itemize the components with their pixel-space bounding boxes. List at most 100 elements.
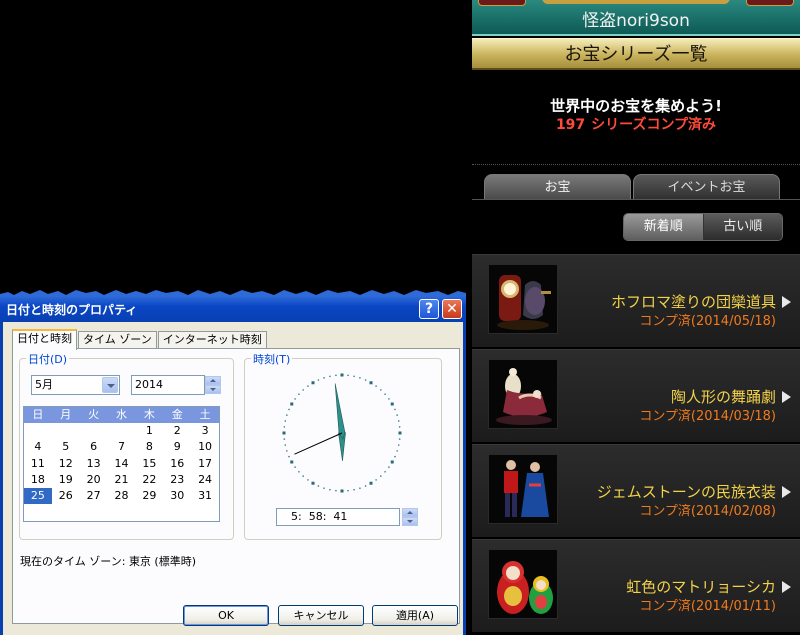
calendar-day[interactable]: 23: [163, 472, 191, 488]
month-value: 5月: [35, 378, 53, 391]
time-spinner: [402, 508, 418, 526]
calendar-day[interactable]: 5: [52, 439, 80, 455]
calendar-day[interactable]: 8: [135, 439, 163, 455]
clock-tick: [290, 460, 294, 464]
series-status: コンプ済(2014/05/18): [639, 314, 776, 329]
calendar-day[interactable]: 14: [108, 456, 136, 472]
calendar-day[interactable]: 22: [135, 472, 163, 488]
tab-date-time[interactable]: 日付と時刻: [12, 329, 77, 350]
clock-tick: [298, 393, 300, 395]
clock-tick: [317, 485, 320, 487]
calendar-empty: [80, 423, 108, 439]
month-select[interactable]: 5月: [31, 375, 120, 395]
series-item[interactable]: ホフロマ塗りの団欒道具 コンプ済(2014/05/18): [472, 254, 800, 349]
tab-time-zone[interactable]: タイム ゾーン: [78, 331, 157, 349]
clock-tick: [282, 431, 286, 435]
calendar-day[interactable]: 15: [135, 456, 163, 472]
weekday: 月: [60, 408, 72, 421]
cancel-button[interactable]: キャンセル: [278, 605, 364, 626]
dialog-titlebar[interactable]: 日付と時刻のプロパティ ? ✕: [0, 296, 466, 322]
clock-tick: [359, 377, 361, 379]
clock-tick: [284, 444, 287, 446]
calendar-day[interactable]: 30: [163, 488, 191, 504]
clock-tick: [384, 393, 386, 395]
category-tabs: お宝 イベントお宝: [484, 174, 780, 200]
calendar-day[interactable]: 24: [191, 472, 219, 488]
calendar-days: 1 2 3 4 5 6 7 8 9 10 11 12 13 14 15 16 17 18 19 20 21 22 23 24 2…: [24, 423, 219, 505]
calendar-day[interactable]: 4: [24, 439, 52, 455]
calendar[interactable]: 日 月 火 水 木 金 土 1 2 3 4 5 6 7 8 9 10 11 12 13 14 15 16 17 1…: [23, 406, 220, 522]
clock-tick: [394, 408, 396, 411]
complete-count-line: 197 シリーズコンプ済み: [472, 116, 800, 134]
calendar-day[interactable]: 16: [163, 456, 191, 472]
calendar-day[interactable]: 12: [52, 456, 80, 472]
series-thumbnail: [488, 549, 558, 619]
spin-up-icon[interactable]: [205, 376, 221, 385]
calendar-day[interactable]: 26: [52, 488, 80, 504]
clock-tick: [290, 402, 294, 406]
series-name: 陶人形の舞踊劇: [670, 388, 776, 406]
calendar-day[interactable]: 29: [135, 488, 163, 504]
apply-button[interactable]: 適用(A): [372, 605, 458, 626]
calendar-day[interactable]: 9: [163, 439, 191, 455]
sort-oldest-button[interactable]: 古い順: [703, 214, 782, 240]
sort-newest-button[interactable]: 新着順: [624, 214, 704, 240]
clock-tick: [302, 389, 304, 391]
clock-tick: [294, 466, 296, 468]
clock-tick: [329, 488, 331, 491]
clock-tick: [307, 385, 309, 387]
calendar-day[interactable]: 7: [108, 439, 136, 455]
second-hand: [294, 432, 343, 455]
spin-up-icon[interactable]: [402, 508, 418, 517]
sort-toggle: 新着順 古い順: [623, 213, 783, 241]
calendar-day[interactable]: 3: [191, 423, 219, 439]
calendar-day[interactable]: 20: [80, 472, 108, 488]
collection-summary: 世界中のお宝を集めよう! 197 シリーズコンプ済み: [472, 96, 800, 134]
clock-tick: [388, 466, 390, 468]
calendar-day[interactable]: 27: [80, 488, 108, 504]
series-name: ジェムストーンの民族衣装: [596, 483, 776, 501]
series-thumbnail: [488, 359, 558, 429]
series-item[interactable]: ジェムストーンの民族衣装 コンプ済(2014/02/08): [472, 444, 800, 539]
series-name: 虹色のマトリョーシカ: [626, 578, 776, 596]
calendar-day[interactable]: 6: [80, 439, 108, 455]
spin-down-icon[interactable]: [402, 517, 418, 526]
close-button[interactable]: ✕: [442, 299, 462, 319]
spin-down-icon[interactable]: [205, 385, 221, 394]
weekday: 日: [32, 408, 44, 421]
calendar-day[interactable]: 28: [108, 488, 136, 504]
ok-button[interactable]: OK: [183, 605, 269, 626]
series-item[interactable]: 虹色のマトリョーシカ コンプ済(2014/01/11): [472, 539, 800, 634]
calendar-day[interactable]: 31: [191, 488, 219, 504]
time-field[interactable]: 5: 58: 41: [276, 508, 400, 526]
clock-tick: [397, 420, 400, 422]
weekday: 土: [199, 408, 211, 421]
chevron-down-icon[interactable]: [102, 377, 118, 393]
help-button[interactable]: ?: [419, 299, 439, 319]
calendar-day[interactable]: 18: [24, 472, 52, 488]
timezone-label: 現在のタイム ゾーン:: [20, 555, 126, 568]
year-field[interactable]: 2014: [131, 375, 205, 395]
calendar-day[interactable]: 10: [191, 439, 219, 455]
calendar-day[interactable]: 17: [191, 456, 219, 472]
clock-tick: [340, 489, 344, 493]
clock-tick: [286, 414, 288, 416]
calendar-day[interactable]: 2: [163, 423, 191, 439]
tab-treasure[interactable]: お宝: [484, 174, 631, 200]
time-group-label: 時刻(T): [251, 351, 293, 367]
calendar-day[interactable]: 1: [135, 423, 163, 439]
clock-tick: [375, 385, 377, 387]
clock-tick: [335, 374, 337, 377]
clock-tick: [294, 398, 296, 400]
series-name: ホフロマ塗りの団欒道具: [610, 293, 776, 311]
calendar-day[interactable]: 21: [108, 472, 136, 488]
tab-event-treasure[interactable]: イベントお宝: [633, 174, 780, 200]
weekday: 水: [115, 408, 127, 421]
calendar-day[interactable]: 11: [24, 456, 52, 472]
calendar-day[interactable]: 13: [80, 456, 108, 472]
calendar-day[interactable]: 25: [24, 488, 52, 505]
calendar-day[interactable]: 19: [52, 472, 80, 488]
series-item[interactable]: 陶人形の舞踊劇 コンプ済(2014/03/18): [472, 349, 800, 444]
tab-internet-time[interactable]: インターネット時刻: [157, 331, 267, 349]
calendar-weekday-header: 日 月 火 水 木 金 土: [24, 407, 219, 423]
